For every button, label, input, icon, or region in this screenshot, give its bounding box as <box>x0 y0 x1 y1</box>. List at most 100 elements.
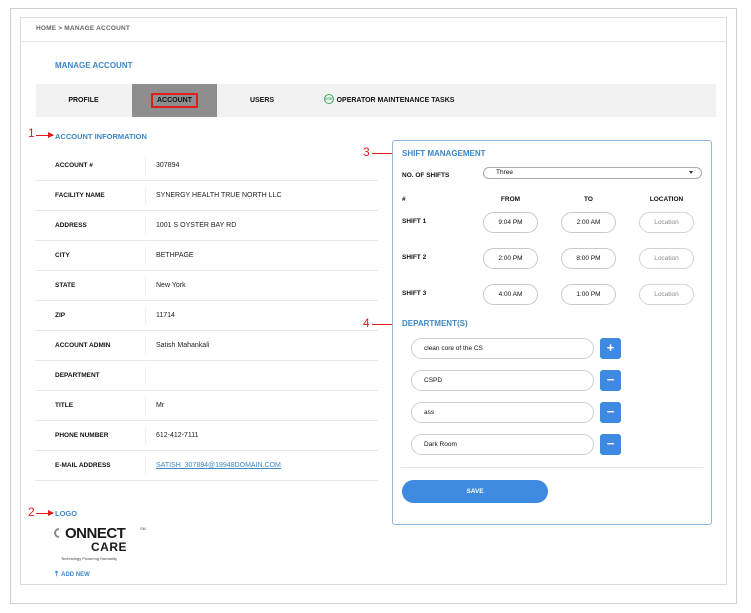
connect-care-logo: ONNECT SM CARE Technology Powering Human… <box>51 525 155 570</box>
logo-brand-main: ONNECT <box>65 525 126 542</box>
account-information-title: ACCOUNT INFORMATION <box>55 132 147 141</box>
breadcrumb-divider <box>21 41 726 42</box>
add-new-label: ADD NEW <box>61 572 90 578</box>
shift-name: SHIFT 1 <box>402 218 427 225</box>
info-row: ACCOUNT # 307894 <box>35 151 378 181</box>
info-value: 612-412-7111 <box>156 432 199 439</box>
annotation-1: 1 <box>28 126 35 140</box>
info-separator <box>145 367 146 384</box>
col-header-location: LOCATION <box>649 196 684 203</box>
department-input[interactable]: clean core of the CS <box>411 338 594 359</box>
info-separator <box>145 277 146 294</box>
shift-2-from-input[interactable]: 2:00 PM <box>483 248 538 269</box>
info-value: Satish Mahankali <box>156 342 210 349</box>
info-separator <box>145 247 146 264</box>
save-button[interactable]: SAVE <box>402 480 548 503</box>
info-key: FACILITY NAME <box>55 192 105 199</box>
info-row: DEPARTMENT <box>35 361 378 391</box>
tab-profile[interactable]: PROFILE <box>36 84 131 117</box>
shift-name: SHIFT 3 <box>402 290 427 297</box>
info-row: E-MAIL ADDRESS SATISH_307894@19948DOMAIN.… <box>35 451 378 481</box>
info-key: ACCOUNT ADMIN <box>55 342 111 349</box>
info-separator <box>145 397 146 414</box>
info-key: STATE <box>55 282 76 289</box>
info-separator <box>145 457 146 474</box>
annotation-4: 4 <box>363 316 370 330</box>
info-row: ZIP 11714 <box>35 301 378 331</box>
info-value: New York <box>156 282 186 289</box>
shift-3-from-input[interactable]: 4:00 AM <box>483 284 538 305</box>
panel-divider <box>401 467 703 468</box>
tab-profile-label: PROFILE <box>68 97 99 104</box>
annotation-2-arrow <box>36 510 54 516</box>
manage-account-page: HOME > MANAGE ACCOUNT MANAGE ACCOUNT PRO… <box>20 17 727 585</box>
department-input[interactable]: Dark Room <box>411 434 594 455</box>
annotation-1-arrow <box>36 132 54 138</box>
page-title: MANAGE ACCOUNT <box>55 61 133 70</box>
info-row: TITLE Mr <box>35 391 378 421</box>
shift-department-panel: SHIFT MANAGEMENT NO. OF SHIFTS Three # F… <box>392 140 712 525</box>
annotation-2: 2 <box>28 505 35 519</box>
info-row: ACCOUNT ADMIN Satish Mahankali <box>35 331 378 361</box>
no-of-shifts-value: Three <box>496 169 513 176</box>
ote-icon: OTE <box>323 94 334 105</box>
info-row: FACILITY NAME SYNERGY HEALTH TRUE NORTH L… <box>35 181 378 211</box>
tab-users-label: USERS <box>249 97 275 104</box>
info-row: ADDRESS 1001 S OYSTER BAY RD <box>35 211 378 241</box>
info-value: 11714 <box>156 312 175 319</box>
tab-account[interactable]: ACCOUNT <box>132 84 217 117</box>
info-row: STATE New York <box>35 271 378 301</box>
info-separator <box>145 187 146 204</box>
account-info-table: ACCOUNT # 307894 FACILITY NAME SYNERGY HEA… <box>35 151 378 481</box>
shift-3-location-input[interactable]: Location <box>639 284 694 305</box>
annotation-3: 3 <box>363 145 370 159</box>
info-row: PHONE NUMBER 612-412-7111 <box>35 421 378 451</box>
tab-operator-label: OPERATOR MAINTENANCE TASKS <box>336 97 455 104</box>
remove-department-button[interactable]: − <box>600 402 621 423</box>
shift-2-to-input[interactable]: 8:00 PM <box>561 248 616 269</box>
signal-icon <box>51 525 67 541</box>
logo-brand-care: CARE <box>91 540 128 554</box>
department-input[interactable]: CSPD <box>411 370 594 391</box>
info-key: DEPARTMENT <box>55 372 100 379</box>
info-row: CITY BETHPAGE <box>35 241 378 271</box>
logo-title: LOGO <box>55 509 78 518</box>
info-separator <box>145 217 146 234</box>
remove-department-button[interactable]: − <box>600 434 621 455</box>
logo-sm-mark: SM <box>140 526 146 531</box>
info-value: 1001 S OYSTER BAY RD <box>156 222 237 229</box>
no-of-shifts-select[interactable]: Three <box>483 167 702 179</box>
add-new-logo-link[interactable]: ⤒ ADD NEW <box>55 571 90 579</box>
info-separator <box>145 427 146 444</box>
info-value: Mr <box>156 402 165 409</box>
info-key: E-MAIL ADDRESS <box>55 462 111 469</box>
remove-department-button[interactable]: − <box>600 370 621 391</box>
shift-1-to-input[interactable]: 2:00 AM <box>561 212 616 233</box>
info-key: TITLE <box>55 402 74 409</box>
departments-title: DEPARTMENT(S) <box>402 319 468 328</box>
info-separator <box>145 337 146 354</box>
info-key: ADDRESS <box>55 222 87 229</box>
email-link[interactable]: SATISH_307894@19948DOMAIN.COM <box>156 451 281 481</box>
breadcrumb[interactable]: HOME > MANAGE ACCOUNT <box>36 25 130 32</box>
upload-icon: ⤒ <box>55 571 59 578</box>
tab-operator-maintenance-tasks[interactable]: OTE OPERATOR MAINTENANCE TASKS <box>314 84 464 117</box>
shift-1-location-input[interactable]: Location <box>639 212 694 233</box>
shift-2-location-input[interactable]: Location <box>639 248 694 269</box>
col-header-to: TO <box>584 196 593 203</box>
no-of-shifts-label: NO. OF SHIFTS <box>402 172 450 179</box>
col-header-from: FROM <box>500 196 521 203</box>
shift-management-title: SHIFT MANAGEMENT <box>402 149 486 158</box>
col-header-num: # <box>402 196 406 203</box>
info-value: BETHPAGE <box>156 252 194 259</box>
info-value: SYNERGY HEALTH TRUE NORTH LLC <box>156 192 282 199</box>
tab-bar: PROFILE ACCOUNT USERS OTE OPERATOR MAINTE… <box>36 84 716 117</box>
tab-account-label: ACCOUNT <box>151 93 198 108</box>
info-separator <box>145 157 146 174</box>
shift-1-from-input[interactable]: 9:04 PM <box>483 212 538 233</box>
department-input[interactable]: ass <box>411 402 594 423</box>
shift-3-to-input[interactable]: 1:00 PM <box>561 284 616 305</box>
tab-users[interactable]: USERS <box>232 84 292 117</box>
shift-name: SHIFT 2 <box>402 254 427 261</box>
add-department-button[interactable]: + <box>600 338 621 359</box>
